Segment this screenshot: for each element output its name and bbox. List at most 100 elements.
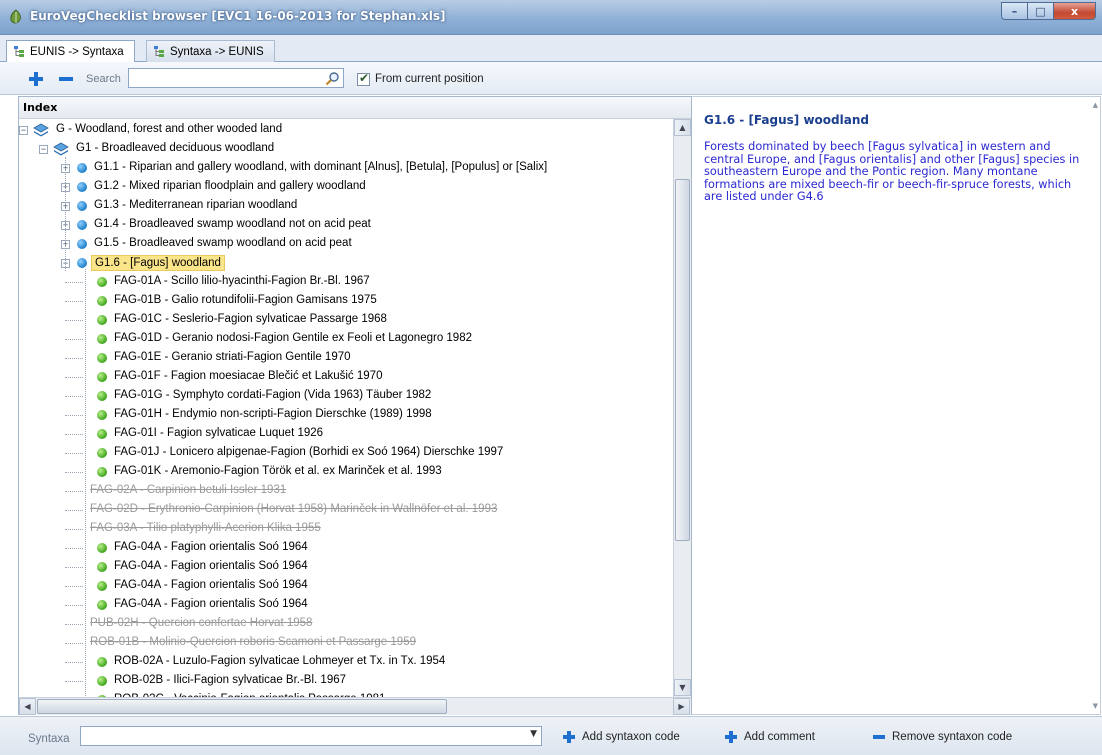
tree-row-label[interactable]: FAG-01C - Seslerio-Fagion sylvaticae Pas… xyxy=(111,313,390,325)
tree-row[interactable]: PUB-02H - Quercion confertae Horvat 1958 xyxy=(19,615,673,634)
tree-row-label[interactable]: G1.4 - Broadleaved swamp woodland not on… xyxy=(91,218,374,230)
tree-row-label[interactable]: FAG-04A - Fagion orientalis Soó 1964 xyxy=(111,541,311,553)
dropdown-arrow-icon[interactable]: ▼ xyxy=(530,729,537,739)
tree-row[interactable]: FAG-04A - Fagion orientalis Soó 1964 xyxy=(19,558,673,577)
horizontal-scrollbar[interactable]: ◀ ▶ xyxy=(19,697,691,715)
tree-row[interactable]: + G1.4 - Broadleaved swamp woodland not o… xyxy=(19,216,673,235)
tree-row-label[interactable]: PUB-02H - Quercion confertae Horvat 1958 xyxy=(87,617,315,629)
index-panel: Index − G - Woodland, forest and other wo… xyxy=(18,96,692,715)
collapse-icon[interactable]: − xyxy=(19,126,28,135)
tab-eunis-to-syntaxa[interactable]: EUNIS -> Syntaxa xyxy=(6,40,135,63)
tree-row-label[interactable]: FAG-01K - Aremonio-Fagion Török et al. e… xyxy=(111,465,445,477)
minimize-button[interactable]: – xyxy=(1001,2,1027,20)
tree-row[interactable]: FAG-01B - Galio rotundifolii-Fagion Gami… xyxy=(19,292,673,311)
tree-row[interactable]: ROB-01B - Molinio-Quercion roboris Scamo… xyxy=(19,634,673,653)
index-tree[interactable]: − G - Woodland, forest and other wooded l… xyxy=(19,119,673,697)
tree-row-label[interactable]: FAG-01A - Scillo lilio-hyacinthi-Fagion … xyxy=(111,275,373,287)
syntaxon-dot-icon xyxy=(97,372,107,382)
remove-syntaxon-code-button[interactable]: Remove syntaxon code xyxy=(872,730,1012,744)
tree-row-label[interactable]: FAG-02D - Erythronio-Carpinion (Horvat 1… xyxy=(87,503,500,515)
detail-description: Forests dominated by beech [Fagus sylvat… xyxy=(704,140,1080,203)
tree-row[interactable]: FAG-04A - Fagion orientalis Soó 1964 xyxy=(19,577,673,596)
tree-row[interactable]: FAG-01D - Geranio nodosi-Fagion Gentile … xyxy=(19,330,673,349)
syntaxon-dot-icon xyxy=(97,448,107,458)
tree-row-label[interactable]: G1 - Broadleaved deciduous woodland xyxy=(73,142,277,154)
tree-row-label[interactable]: FAG-01B - Galio rotundifolii-Fagion Gami… xyxy=(111,294,380,306)
syntaxon-dot-icon xyxy=(97,353,107,363)
tree-row[interactable]: + G1.5 - Broadleaved swamp woodland on ac… xyxy=(19,235,673,254)
tree-row-label[interactable]: FAG-03A - Tilio platyphylli-Acerion Klik… xyxy=(87,522,324,534)
tree-row-label[interactable]: G1.5 - Broadleaved swamp woodland on aci… xyxy=(91,237,355,249)
tree-row-label[interactable]: FAG-04A - Fagion orientalis Soó 1964 xyxy=(111,579,311,591)
tree-row-label[interactable]: G1.2 - Mixed riparian floodplain and gal… xyxy=(91,180,369,192)
tree-row[interactable]: ROB-02A - Luzulo-Fagion sylvaticae Lohme… xyxy=(19,653,673,672)
tree-connector xyxy=(65,377,83,378)
tree-row[interactable]: FAG-01G - Symphyto cordati-Fagion (Vida … xyxy=(19,387,673,406)
scroll-down-arrow[interactable]: ▼ xyxy=(674,679,691,696)
tree-row[interactable]: + G1.1 - Riparian and gallery woodland, w… xyxy=(19,159,673,178)
add-syntaxon-code-button[interactable]: Add syntaxon code xyxy=(562,730,680,744)
tree-row-label[interactable]: ROB-01B - Molinio-Quercion roboris Scamo… xyxy=(87,636,419,648)
tree-connector xyxy=(65,567,83,568)
tree-row-label[interactable]: G1.1 - Riparian and gallery woodland, wi… xyxy=(91,161,550,173)
tree-row[interactable]: FAG-01J - Lonicero alpigenae-Fagion (Bor… xyxy=(19,444,673,463)
tree-row-label[interactable]: FAG-01J - Lonicero alpigenae-Fagion (Bor… xyxy=(111,446,506,458)
vertical-scroll-thumb[interactable] xyxy=(675,179,690,541)
expand-plus-icon[interactable] xyxy=(28,71,44,87)
tree-row[interactable]: FAG-01I - Fagion sylvaticae Luquet 1926 xyxy=(19,425,673,444)
tree-row[interactable]: FAG-01F - Fagion moesiacae Blečić et Lak… xyxy=(19,368,673,387)
tree-row[interactable]: − G1 - Broadleaved deciduous woodland xyxy=(19,140,673,159)
horizontal-scroll-thumb[interactable] xyxy=(37,699,447,714)
maximize-button[interactable]: □ xyxy=(1027,2,1053,20)
tree-row[interactable]: FAG-01C - Seslerio-Fagion sylvaticae Pas… xyxy=(19,311,673,330)
tree-connector xyxy=(65,301,83,302)
tree-row[interactable]: FAG-04A - Fagion orientalis Soó 1964 xyxy=(19,596,673,615)
tree-row-label[interactable]: FAG-01G - Symphyto cordati-Fagion (Vida … xyxy=(111,389,434,401)
tree-row-label[interactable]: ROB-02A - Luzulo-Fagion sylvaticae Lohme… xyxy=(111,655,448,667)
tree-row[interactable]: FAG-01K - Aremonio-Fagion Török et al. e… xyxy=(19,463,673,482)
close-button[interactable]: x xyxy=(1053,2,1096,20)
tree-row-label[interactable]: G1.6 - [Fagus] woodland xyxy=(91,255,225,271)
scroll-up-arrow[interactable]: ▲ xyxy=(674,119,691,136)
tree-row[interactable]: FAG-01H - Endymio non-scripti-Fagion Die… xyxy=(19,406,673,425)
search-icon[interactable] xyxy=(325,71,340,86)
tree-connector xyxy=(65,453,83,454)
tree-row-label[interactable]: FAG-01I - Fagion sylvaticae Luquet 1926 xyxy=(111,427,326,439)
tree-row[interactable]: + G1.3 - Mediterranean riparian woodland xyxy=(19,197,673,216)
tree-row[interactable]: − G - Woodland, forest and other wooded l… xyxy=(19,121,673,140)
tree-row-label[interactable]: ROB-02B - Ilici-Fagion sylvaticae Br.-Bl… xyxy=(111,674,349,686)
tree-row[interactable]: + G1.2 - Mixed riparian floodplain and ga… xyxy=(19,178,673,197)
tree-row[interactable]: FAG-03A - Tilio platyphylli-Acerion Klik… xyxy=(19,520,673,539)
collapse-minus-icon[interactable] xyxy=(58,71,74,87)
detail-scroll-down-icon[interactable]: ▼ xyxy=(1093,702,1098,710)
tree-row-label[interactable]: FAG-01D - Geranio nodosi-Fagion Gentile … xyxy=(111,332,475,344)
syntaxon-dot-icon xyxy=(97,391,107,401)
scroll-right-arrow[interactable]: ▶ xyxy=(673,698,690,715)
tree-row-label[interactable]: FAG-01H - Endymio non-scripti-Fagion Die… xyxy=(111,408,435,420)
collapse-icon[interactable]: − xyxy=(39,145,48,154)
detail-scroll-up-icon[interactable]: ▲ xyxy=(1093,101,1098,109)
tree-row-label[interactable]: FAG-01F - Fagion moesiacae Blečić et Lak… xyxy=(111,370,385,382)
tree-row[interactable]: FAG-01E - Geranio striati-Fagion Gentile… xyxy=(19,349,673,368)
add-comment-button[interactable]: Add comment xyxy=(724,730,815,744)
tree-row-label[interactable]: G - Woodland, forest and other wooded la… xyxy=(53,123,285,135)
tree-row[interactable]: − G1.6 - [Fagus] woodland xyxy=(19,254,673,273)
tree-row[interactable]: FAG-01A - Scillo lilio-hyacinthi-Fagion … xyxy=(19,273,673,292)
scroll-left-arrow[interactable]: ◀ xyxy=(19,698,36,715)
tree-row-label[interactable]: FAG-04A - Fagion orientalis Soó 1964 xyxy=(111,598,311,610)
bottom-bar: Syntaxa ▼ Add syntaxon code Add comment … xyxy=(0,716,1102,755)
search-input[interactable] xyxy=(128,68,344,88)
tree-row-label[interactable]: FAG-04A - Fagion orientalis Soó 1964 xyxy=(111,560,311,572)
tree-connector xyxy=(65,586,83,587)
tree-row-label[interactable]: G1.3 - Mediterranean riparian woodland xyxy=(91,199,300,211)
tab-syntaxa-to-eunis[interactable]: Syntaxa -> EUNIS xyxy=(146,40,275,62)
tree-row[interactable]: ROB-02B - Ilici-Fagion sylvaticae Br.-Bl… xyxy=(19,672,673,691)
vertical-scrollbar[interactable]: ▲ ▼ xyxy=(673,119,691,697)
tree-row[interactable]: FAG-02D - Erythronio-Carpinion (Horvat 1… xyxy=(19,501,673,520)
tree-row[interactable]: FAG-04A - Fagion orientalis Soó 1964 xyxy=(19,539,673,558)
from-current-checkbox[interactable]: ✔ xyxy=(357,71,370,86)
tree-row-label[interactable]: FAG-02A - Carpinion betuli Issler 1931 xyxy=(87,484,289,496)
syntaxa-combobox[interactable]: ▼ xyxy=(80,726,542,746)
tree-row-label[interactable]: FAG-01E - Geranio striati-Fagion Gentile… xyxy=(111,351,354,363)
tree-row[interactable]: FAG-02A - Carpinion betuli Issler 1931 xyxy=(19,482,673,501)
